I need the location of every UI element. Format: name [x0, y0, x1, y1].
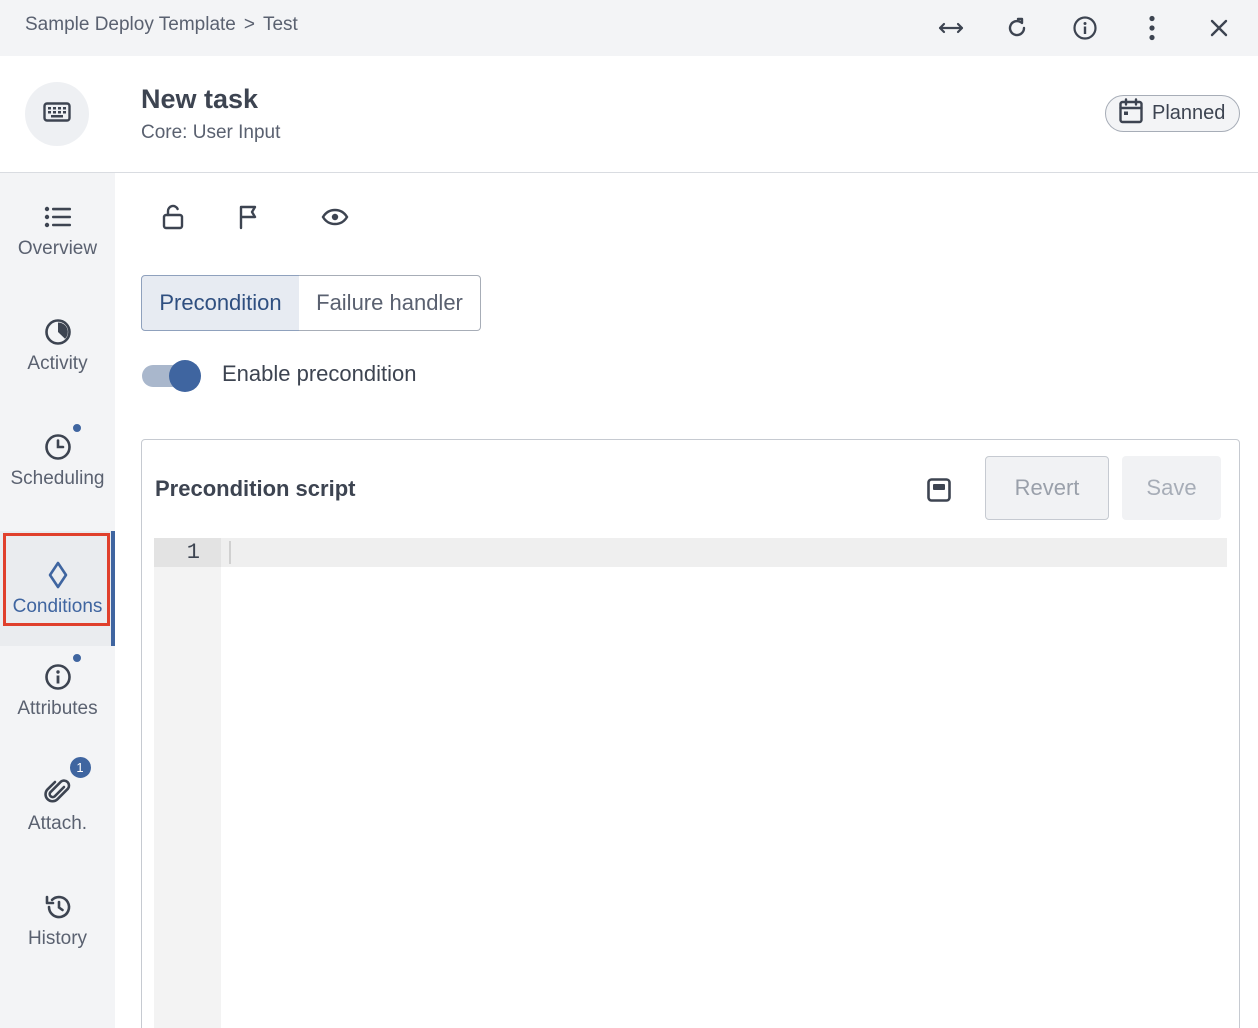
attachment-count-badge: 1: [67, 754, 93, 780]
breadcrumb: Sample Deploy Template > Test: [25, 14, 298, 36]
code-editor-line[interactable]: [221, 538, 1227, 567]
more-vertical-icon[interactable]: [1132, 8, 1172, 48]
enable-precondition-toggle[interactable]: [142, 360, 202, 392]
clock-icon: [43, 421, 83, 462]
task-title: New task: [141, 84, 259, 114]
breadcrumb-current: Test: [262, 14, 298, 35]
list-icon: [43, 202, 73, 232]
sidebar-item-label: Overview: [17, 237, 98, 259]
pie-clock-icon: [43, 317, 73, 347]
refresh-icon[interactable]: [997, 8, 1037, 48]
sidebar-item-label: Attach.: [27, 812, 88, 834]
keyboard-icon: [43, 101, 71, 127]
task-type-avatar: [25, 82, 89, 146]
sidebar-item-label: History: [27, 927, 88, 949]
text-cursor: [229, 541, 231, 564]
breadcrumb-separator: >: [243, 14, 255, 35]
calendar-icon: [1119, 97, 1143, 130]
sidebar-item-scheduling[interactable]: Scheduling: [0, 403, 115, 518]
flag-icon[interactable]: [232, 200, 266, 234]
eye-icon[interactable]: [318, 200, 352, 234]
card-title: Precondition script: [155, 476, 356, 501]
sidebar-item-label: Scheduling: [10, 467, 105, 489]
revert-button[interactable]: Revert: [985, 456, 1109, 520]
enable-precondition-label: Enable precondition: [222, 361, 417, 386]
tab-precondition[interactable]: Precondition: [141, 275, 300, 331]
status-badge[interactable]: Planned: [1105, 95, 1240, 132]
breadcrumb-parent[interactable]: Sample Deploy Template: [25, 14, 236, 36]
task-subtitle: Core: User Input: [141, 122, 281, 143]
sidebar-item-overview[interactable]: Overview: [0, 173, 115, 288]
notification-dot: [70, 421, 83, 434]
task-header: New task Core: User Input Planned: [0, 56, 1258, 173]
tab-failure-handler[interactable]: Failure handler: [299, 275, 481, 331]
notification-dot: [70, 651, 83, 664]
info-icon: [43, 651, 83, 692]
precondition-script-card: Precondition script Revert Save 1: [141, 439, 1240, 1028]
toggle-knob: [169, 360, 201, 392]
sidebar-item-attachments[interactable]: 1 Attach.: [0, 748, 115, 863]
lock-open-icon[interactable]: [156, 200, 190, 234]
save-button[interactable]: Save: [1122, 456, 1221, 520]
fullscreen-icon[interactable]: [922, 473, 956, 507]
diamond-icon: [43, 560, 73, 590]
line-number: 1: [154, 538, 221, 567]
sidebar-item-label: Activity: [27, 352, 88, 374]
line-number-gutter: 1: [154, 538, 221, 1028]
status-label: Planned: [1152, 102, 1226, 124]
top-bar: Sample Deploy Template > Test: [0, 0, 1258, 56]
close-icon[interactable]: [1199, 8, 1239, 48]
history-icon: [43, 892, 73, 922]
expand-horizontal-icon[interactable]: [931, 8, 971, 48]
sidebar-item-conditions[interactable]: Conditions: [0, 531, 115, 646]
sidebar-item-label: Conditions: [12, 595, 103, 617]
sidebar-item-label: Attributes: [17, 697, 98, 719]
paperclip-icon: 1: [43, 754, 93, 807]
info-icon[interactable]: [1065, 8, 1105, 48]
sidebar-item-attributes[interactable]: Attributes: [0, 633, 115, 748]
sidebar-item-history[interactable]: History: [0, 863, 115, 978]
sidebar-item-activity[interactable]: Activity: [0, 288, 115, 403]
sidebar: Overview Activity Scheduling Conditions …: [0, 173, 115, 1028]
